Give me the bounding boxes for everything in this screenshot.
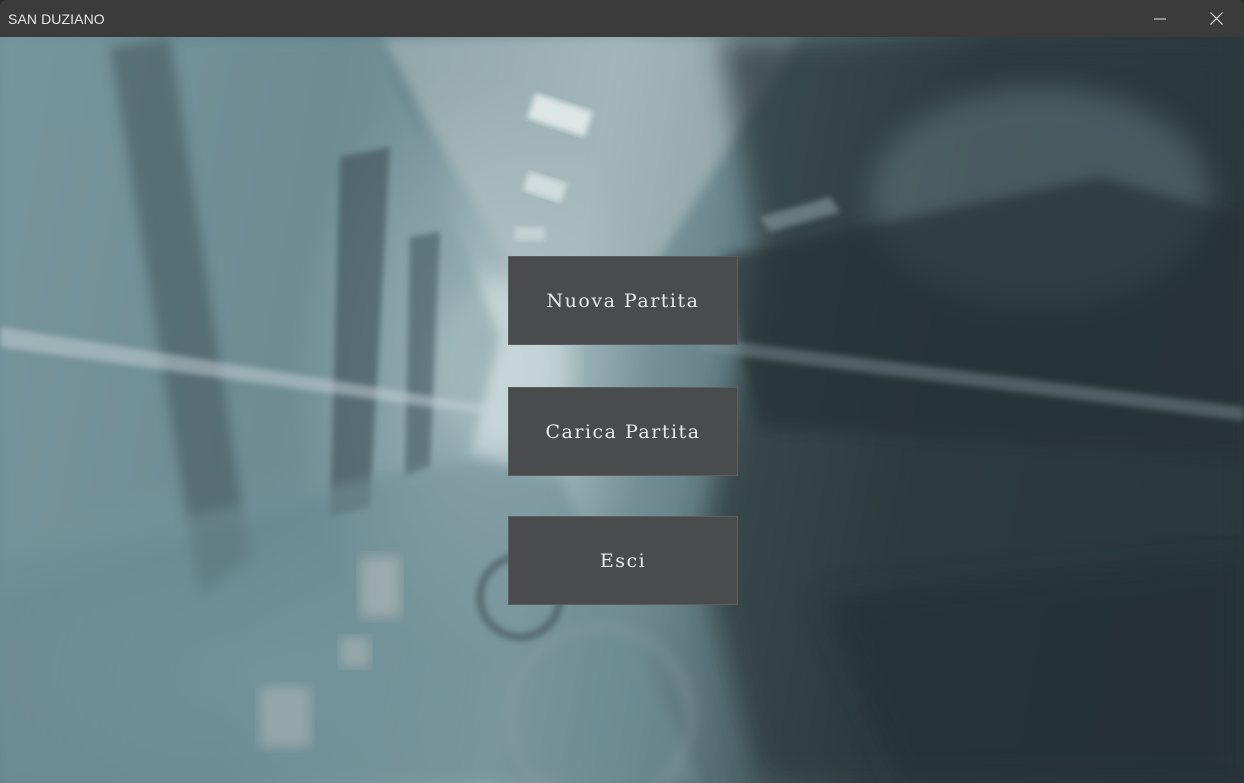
game-window: SAN DUZIANO Nuova Partita Carica Partita… xyxy=(0,0,1244,783)
load-game-button[interactable]: Carica Partita xyxy=(508,387,738,476)
exit-button[interactable]: Esci xyxy=(508,516,738,605)
new-game-button[interactable]: Nuova Partita xyxy=(508,256,738,345)
close-icon xyxy=(1209,12,1223,25)
minimize-button[interactable] xyxy=(1132,0,1188,37)
minimize-icon xyxy=(1154,13,1166,25)
title-bar[interactable]: SAN DUZIANO xyxy=(0,0,1244,37)
window-title: SAN DUZIANO xyxy=(8,10,105,27)
close-button[interactable] xyxy=(1188,0,1244,37)
